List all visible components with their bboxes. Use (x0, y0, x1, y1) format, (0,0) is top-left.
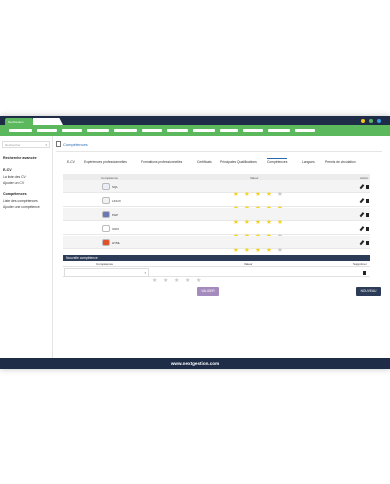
pencil-icon[interactable] (359, 198, 364, 203)
new-competence-row: ▾ ★ ★ ★ ★ ★ (63, 266, 370, 284)
table-row: LINUX★★★★★ (63, 194, 370, 212)
trash-icon[interactable] (366, 227, 369, 231)
new-button[interactable]: NOUVEAU (356, 287, 381, 296)
sql-logo-icon (102, 183, 110, 190)
competence-label: HTML (112, 241, 121, 245)
html5-logo-icon (102, 239, 110, 246)
star-icon[interactable]: ★ (185, 278, 196, 285)
header-competence: Compétence (101, 175, 119, 180)
tab-qualifications[interactable]: Principales Qualifications (220, 160, 257, 164)
unix-logo-icon (102, 225, 110, 232)
star-icon[interactable]: ★ (174, 278, 185, 285)
competence-select[interactable]: ▾ (64, 268, 149, 277)
tab-langues[interactable]: Langues (302, 160, 315, 164)
competence-label: LINUX (112, 199, 121, 203)
header-value: Valeur (250, 175, 259, 180)
pencil-icon[interactable] (359, 240, 364, 245)
linux-logo-icon (102, 197, 110, 204)
competence-label: PHP (112, 213, 119, 217)
star-icon[interactable]: ★ (152, 278, 163, 285)
competence-label: SQL (112, 185, 119, 189)
trash-icon[interactable] (366, 185, 369, 189)
tab-ecv[interactable]: E-CV (67, 160, 75, 164)
tab-formations[interactable]: Formations professionnelles (141, 160, 182, 164)
page-title: Compétences (63, 142, 88, 147)
document-icon (56, 141, 61, 147)
divider (56, 151, 382, 152)
star-icon: ★ (233, 247, 239, 254)
tab-competences[interactable]: Compétences (267, 158, 288, 164)
star-icon: ★ (244, 247, 250, 254)
table-row: UNIX★★★★★ (63, 222, 370, 240)
table-row: PHP ★ ★ ★ ★ ★ (63, 208, 370, 226)
star-icon[interactable]: ★ (163, 278, 174, 285)
pencil-icon[interactable] (359, 226, 364, 231)
competence-label: UNIX (112, 227, 120, 231)
validate-button[interactable]: VALIDER (197, 287, 219, 296)
tab-certificats[interactable]: Certificats (197, 160, 212, 164)
trash-icon[interactable] (366, 213, 369, 217)
trash-icon[interactable] (363, 271, 366, 275)
trash-icon[interactable] (366, 241, 369, 245)
header-action: Action (360, 175, 369, 180)
table-row: SQL ★ ★ ★ ★ ★ (63, 180, 370, 198)
footer: www.nextgestion.com (0, 358, 390, 369)
main-content: Compétences E-CV Expériences professionn… (0, 116, 390, 369)
star-icon: ★ (277, 247, 283, 254)
pencil-icon[interactable] (359, 184, 364, 189)
star-icon[interactable]: ★ (196, 278, 207, 285)
php-logo-icon (102, 211, 110, 218)
trash-icon[interactable] (366, 199, 369, 203)
star-icon: ★ (255, 247, 261, 254)
table-row: HTML ★ ★ ★ ★ ★ (63, 236, 370, 254)
tab-permis[interactable]: Permis de circulation (325, 160, 356, 164)
pencil-icon[interactable] (359, 212, 364, 217)
tab-experiences[interactable]: Expériences professionnelles (84, 160, 127, 164)
star-icon: ★ (266, 247, 272, 254)
chevron-down-icon: ▾ (144, 271, 146, 275)
value-rating-input[interactable]: ★ ★ ★ ★ ★ (152, 269, 207, 287)
